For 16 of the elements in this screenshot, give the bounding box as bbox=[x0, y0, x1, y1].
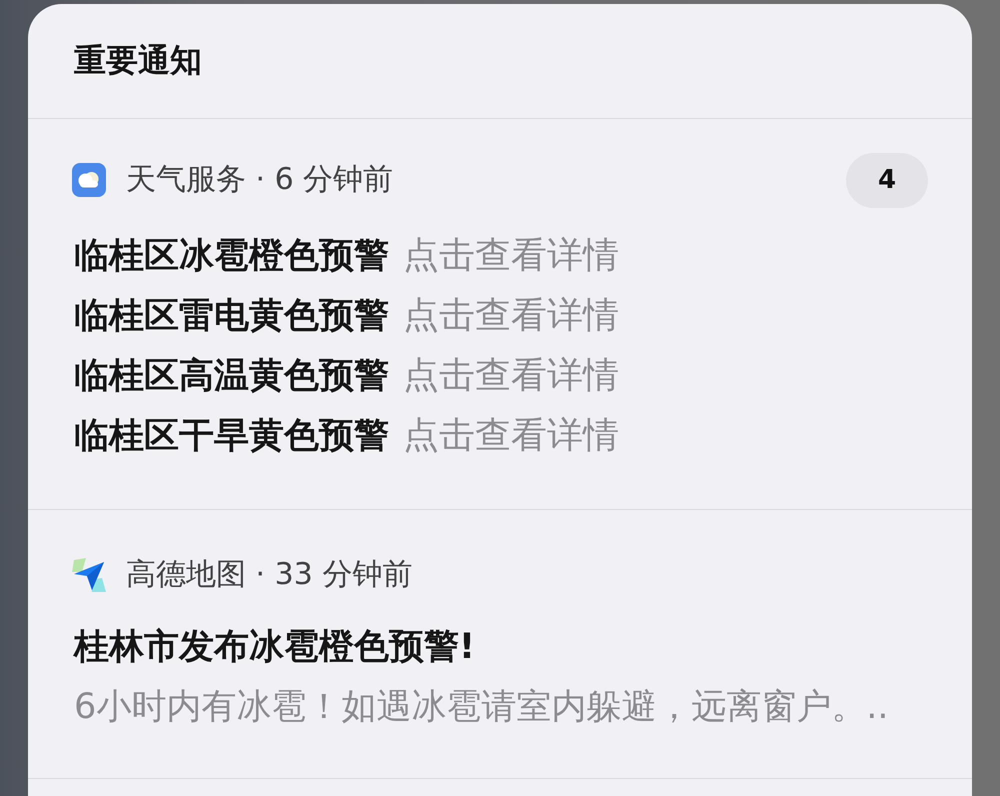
cloud-app-icon bbox=[72, 163, 106, 197]
details-hint: 点击查看详情 bbox=[403, 354, 619, 398]
alert-title: 临桂区冰雹橙色预警 bbox=[74, 235, 389, 278]
details-hint: 点击查看详情 bbox=[403, 414, 619, 458]
details-hint: 点击查看详情 bbox=[403, 294, 619, 338]
notification-body: 6小时内有冰雹！如遇冰雹请室内躲避，远离窗户。.. bbox=[74, 686, 890, 729]
alert-title: 临桂区高温黄色预警 bbox=[74, 355, 389, 398]
notification-source: 高德地图 · 33 分钟前 bbox=[126, 556, 412, 594]
count-badge[interactable]: 4 bbox=[846, 152, 928, 208]
details-hint: 点击查看详情 bbox=[403, 234, 619, 278]
notification-title: 桂林市发布冰雹橙色预警! bbox=[74, 626, 476, 669]
paper-plane-icon bbox=[72, 558, 106, 592]
alert-title: 临桂区雷电黄色预警 bbox=[74, 295, 389, 338]
alert-title: 临桂区干旱黄色预警 bbox=[74, 415, 389, 458]
notification-source: 天气服务 · 6 分钟前 bbox=[126, 161, 394, 199]
panel-title: 重要通知 bbox=[74, 40, 203, 80]
